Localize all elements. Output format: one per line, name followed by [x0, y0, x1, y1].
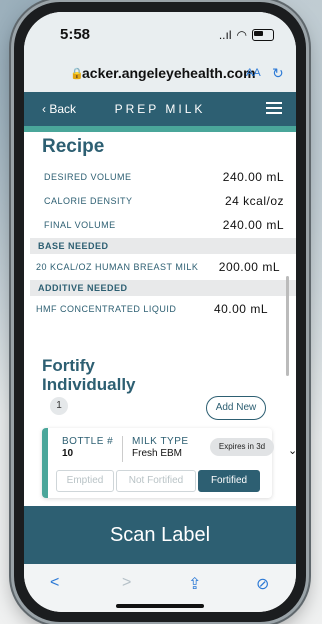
share-icon[interactable]: ⇪ — [188, 574, 201, 594]
card-divider — [122, 436, 123, 462]
row-label: 20 KCAL/OZ HUMAN BREAST MILK — [36, 262, 199, 272]
scrollbar[interactable] — [286, 276, 289, 376]
wifi-icon: ◠ — [236, 28, 247, 42]
row-value: 240.00 mL — [222, 218, 284, 232]
hamburger-menu-icon[interactable] — [266, 102, 282, 117]
status-icons: ..ıl ◠ — [219, 28, 274, 42]
emptied-button[interactable]: Emptied — [56, 470, 114, 492]
recipe-row-desired-volume: DESIRED VOLUME 240.00 mL — [44, 170, 284, 184]
recipe-heading: Recipe — [42, 136, 105, 157]
signal-icon: ..ıl — [218, 28, 232, 42]
scan-label-button[interactable]: Scan Label — [24, 506, 296, 564]
expires-badge: Expires in 3d — [210, 438, 274, 456]
not-fortified-button[interactable]: Not Fortified — [116, 470, 196, 492]
row-label: DESIRED VOLUME — [44, 172, 132, 182]
row-label: CALORIE DENSITY — [44, 196, 133, 206]
additive-row: HMF CONCENTRATED LIQUID 40.00 mL — [36, 302, 268, 316]
base-needed-header: BASE NEEDED — [30, 238, 296, 254]
recipe-row-calorie-density: CALORIE DENSITY 24 kcal/oz — [44, 194, 284, 208]
url-text[interactable]: acker.angeleyehealth.com — [82, 65, 256, 81]
chevron-down-icon[interactable]: ⌄ — [288, 444, 296, 457]
main-content: Recipe DESIRED VOLUME 240.00 mL CALORIE … — [24, 126, 296, 506]
milk-type-label: MILK TYPE — [132, 436, 189, 447]
text-size-button[interactable]: AA — [246, 67, 261, 79]
fortify-heading: Fortify Individually — [42, 356, 136, 394]
accent-line — [24, 126, 296, 132]
safari-toolbar: < > ⇪ ⊘ — [24, 564, 296, 612]
phone-frame: 5:58 ..ıl ◠ 🔒 acker.angeleyehealth.com A… — [14, 2, 306, 622]
phone-screen: 5:58 ..ıl ◠ 🔒 acker.angeleyehealth.com A… — [24, 12, 296, 612]
row-value: 24 kcal/oz — [224, 194, 284, 208]
status-time: 5:58 — [60, 26, 91, 43]
app-header: ‹ Back PREP MILK — [24, 92, 296, 126]
bottle-label: BOTTLE # — [62, 436, 114, 447]
fortify-heading-line1: Fortify — [42, 356, 95, 375]
bottle-card[interactable]: BOTTLE # 10 MILK TYPE Fresh EBM Expires … — [42, 428, 296, 498]
recipe-row-final-volume: FINAL VOLUME 240.00 mL — [44, 218, 284, 232]
row-value: 240.00 mL — [222, 170, 284, 184]
bottle-count-badge: 1 — [50, 397, 68, 415]
add-new-button[interactable]: Add New — [206, 396, 266, 420]
band-label: BASE NEEDED — [38, 241, 109, 251]
base-row: 20 KCAL/OZ HUMAN BREAST MILK 200.00 mL — [36, 260, 280, 274]
additive-needed-header: ADDITIVE NEEDED — [30, 280, 296, 296]
fortify-heading-line2: Individually — [42, 375, 136, 394]
reload-icon[interactable]: ↻ — [272, 65, 284, 82]
page-title: PREP MILK — [114, 102, 206, 116]
milk-type-value: Fresh EBM — [132, 448, 183, 459]
band-label: ADDITIVE NEEDED — [38, 283, 128, 293]
browser-back-icon[interactable]: < — [50, 574, 59, 592]
home-indicator — [116, 604, 204, 608]
status-bar: 5:58 ..ıl ◠ — [24, 12, 296, 52]
row-value: 200.00 mL — [218, 260, 280, 274]
bottle-number: 10 — [62, 448, 74, 459]
row-label: HMF CONCENTRATED LIQUID — [36, 304, 177, 314]
row-value: 40.00 mL — [213, 302, 268, 316]
battery-icon — [252, 29, 274, 41]
compass-icon[interactable]: ⊘ — [256, 574, 269, 594]
browser-forward-icon[interactable]: > — [122, 574, 131, 592]
fortified-button[interactable]: Fortified — [198, 470, 260, 492]
row-label: FINAL VOLUME — [44, 220, 116, 230]
address-bar[interactable]: 🔒 acker.angeleyehealth.com AA ↻ — [24, 58, 296, 92]
